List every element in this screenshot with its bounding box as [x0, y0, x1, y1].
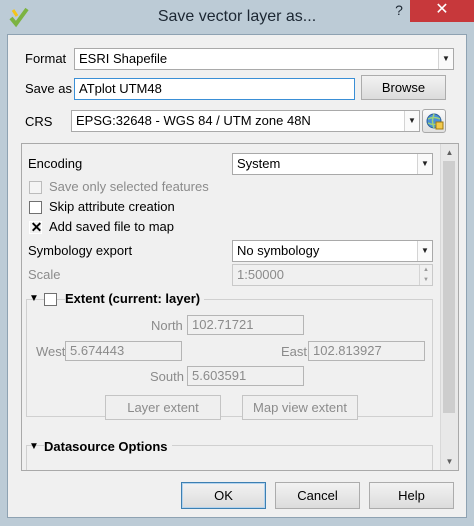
format-select[interactable]: ESRI Shapefile ▼	[74, 48, 454, 70]
symbology-value: No symbology	[237, 243, 320, 258]
help-button[interactable]: Help	[369, 482, 454, 509]
encoding-value: System	[237, 156, 281, 171]
scroll-down-icon[interactable]: ▼	[441, 453, 458, 470]
scroll-thumb[interactable]	[443, 161, 455, 413]
title-bar[interactable]: Save vector layer as... ? ✕	[0, 0, 474, 34]
encoding-select[interactable]: System ▼	[232, 153, 433, 175]
crs-value: EPSG:32648 - WGS 84 / UTM zone 48N	[76, 113, 311, 128]
east-input[interactable]: 102.813927	[308, 341, 425, 361]
north-input[interactable]: 102.71721	[187, 315, 304, 335]
spin-arrows-icon: ▲ ▼	[419, 265, 432, 285]
format-value: ESRI Shapefile	[79, 51, 168, 66]
encoding-label: Encoding	[28, 156, 83, 171]
extent-checkbox[interactable]	[44, 293, 57, 306]
collapse-triangle-icon[interactable]: ▼	[29, 293, 39, 304]
crs-label: CRS	[25, 114, 53, 129]
extent-title: Extent (current: layer)	[65, 291, 205, 306]
south-input[interactable]: 5.603591	[187, 366, 304, 386]
format-label: Format	[25, 51, 67, 66]
scale-value: 1:50000	[237, 267, 284, 282]
cancel-button[interactable]: Cancel	[275, 482, 360, 509]
north-label: North	[151, 318, 183, 333]
skip-attribute-checkbox[interactable]	[29, 201, 42, 214]
add-to-map-checkbox[interactable]: ✕	[29, 219, 43, 235]
west-input[interactable]: 5.674443	[65, 341, 182, 361]
skip-attribute-label: Skip attribute creation	[49, 199, 175, 214]
save-as-input[interactable]: ATplot UTM48	[74, 78, 355, 100]
options-scroll-area[interactable]: Encoding System ▼ Save only selected fea…	[21, 143, 459, 471]
datasource-title: Datasource Options	[44, 439, 172, 454]
south-label: South	[150, 369, 184, 384]
chevron-down-icon: ▼	[417, 154, 432, 174]
vertical-scrollbar[interactable]: ▲ ▼	[440, 144, 458, 470]
map-view-extent-button[interactable]: Map view extent	[242, 395, 358, 420]
east-label: East	[281, 344, 308, 359]
add-to-map-label: Add saved file to map	[49, 219, 175, 234]
crs-selector-button[interactable]	[422, 109, 446, 133]
dialog-body: Format ESRI Shapefile ▼ Save as ATplot U…	[7, 34, 467, 518]
save-as-label: Save as	[25, 81, 72, 96]
save-selected-checkbox[interactable]	[29, 181, 42, 194]
chevron-down-icon: ▼	[438, 49, 453, 69]
check-mark-icon: ✕	[30, 219, 43, 235]
west-label: West	[36, 344, 66, 359]
scale-label: Scale	[28, 267, 61, 282]
browse-button[interactable]: Browse	[361, 75, 446, 100]
symbology-label: Symbology export	[28, 243, 133, 258]
scroll-up-icon[interactable]: ▲	[441, 144, 458, 161]
layer-extent-button[interactable]: Layer extent	[105, 395, 221, 420]
ok-button[interactable]: OK	[181, 482, 266, 509]
globe-projection-icon	[426, 113, 444, 130]
collapse-triangle-icon[interactable]: ▼	[29, 441, 39, 452]
chevron-down-icon: ▼	[404, 111, 419, 131]
crs-select[interactable]: EPSG:32648 - WGS 84 / UTM zone 48N ▼	[71, 110, 420, 132]
dialog-window: Save vector layer as... ? ✕ Format ESRI …	[0, 0, 474, 526]
close-button[interactable]: ✕	[410, 0, 474, 22]
scale-spinbox[interactable]: 1:50000 ▲ ▼	[232, 264, 433, 286]
chevron-down-icon: ▼	[417, 241, 432, 261]
save-selected-label: Save only selected features	[49, 179, 209, 194]
symbology-select[interactable]: No symbology ▼	[232, 240, 433, 262]
